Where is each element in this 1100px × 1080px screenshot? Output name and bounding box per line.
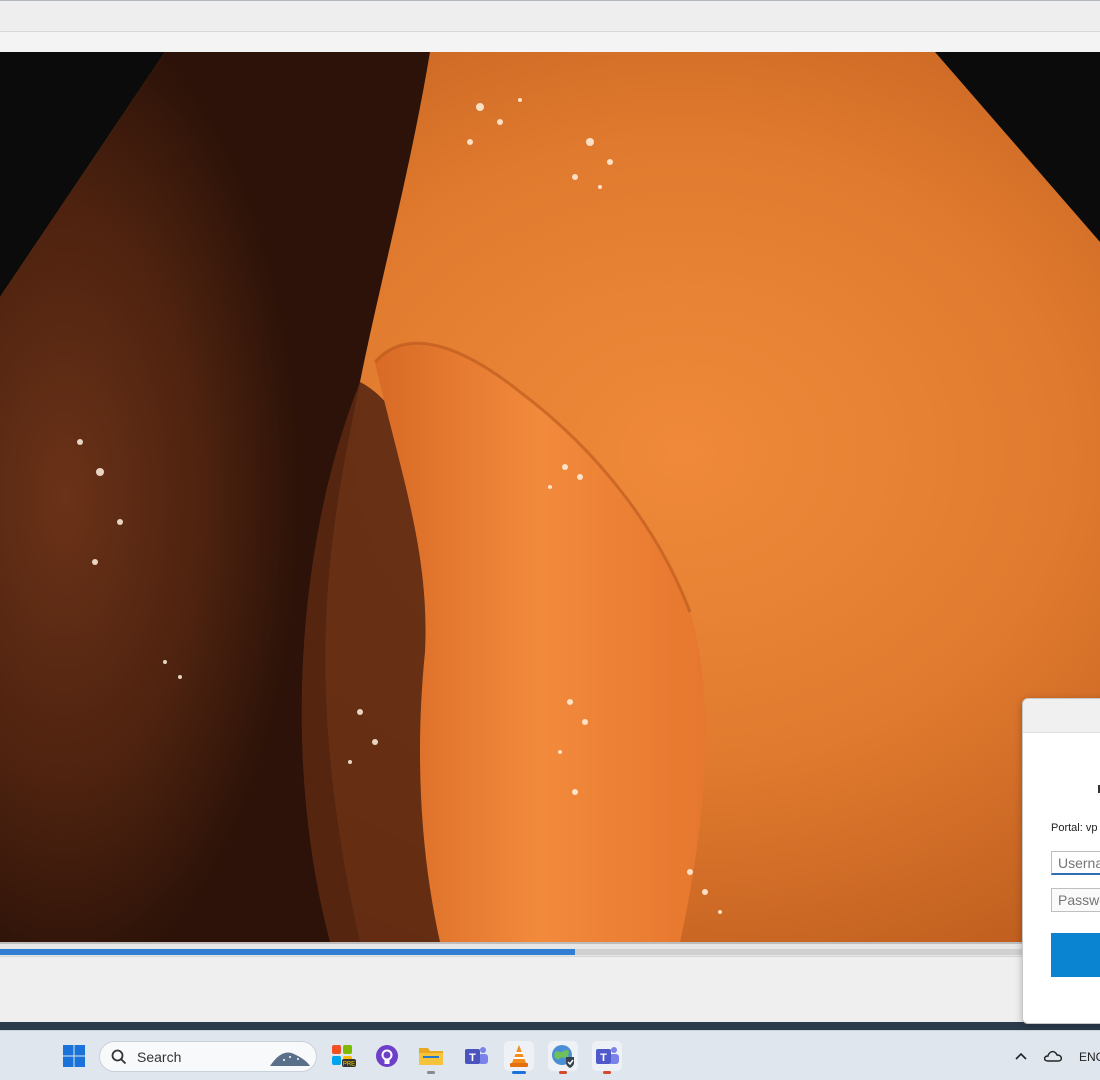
endoscopy-image <box>0 52 1100 942</box>
username-input[interactable] <box>1051 851 1100 875</box>
seek-progress-fill <box>0 949 575 955</box>
taskbar-search[interactable]: Search <box>99 1041 317 1072</box>
seek-track[interactable] <box>0 949 1100 955</box>
github-icon[interactable] <box>372 1041 402 1071</box>
dialog-header <box>1023 699 1100 733</box>
teams-new-icon[interactable]: T <box>592 1041 622 1074</box>
copilot-pre-icon[interactable]: PRE <box>328 1041 358 1071</box>
desktop-strip <box>0 1022 1100 1030</box>
vlc-icon[interactable] <box>504 1041 534 1074</box>
video-frame[interactable] <box>0 52 1100 942</box>
globalprotect-icon[interactable] <box>548 1041 578 1074</box>
teams-icon[interactable]: T <box>461 1041 491 1071</box>
chevron-up-icon[interactable] <box>1006 1041 1036 1071</box>
portal-label: Portal: vp <box>1051 822 1098 834</box>
windows-start-icon[interactable] <box>59 1041 89 1071</box>
taskbar: Search PRE T T EN <box>0 1030 1100 1080</box>
seek-bar[interactable] <box>0 942 1100 956</box>
search-label: Search <box>137 1049 182 1065</box>
file-explorer-icon[interactable] <box>416 1041 446 1074</box>
player-controls-area <box>0 956 1100 1022</box>
svg-text:PRE: PRE <box>343 1062 355 1068</box>
onedrive-cloud-icon[interactable] <box>1038 1041 1068 1071</box>
connect-button[interactable] <box>1051 933 1100 977</box>
search-icon <box>111 1049 127 1065</box>
password-input[interactable] <box>1051 888 1100 912</box>
search-highlight-icon <box>270 1052 310 1066</box>
svg-text:T: T <box>600 1052 607 1064</box>
svg-text:T: T <box>469 1052 476 1064</box>
vpn-login-dialog: Portal: vp <box>1022 698 1100 1024</box>
window-menu-bar <box>0 31 1100 52</box>
language-indicator[interactable]: ENG <box>1079 1050 1100 1064</box>
window-title-bar <box>0 0 1100 31</box>
